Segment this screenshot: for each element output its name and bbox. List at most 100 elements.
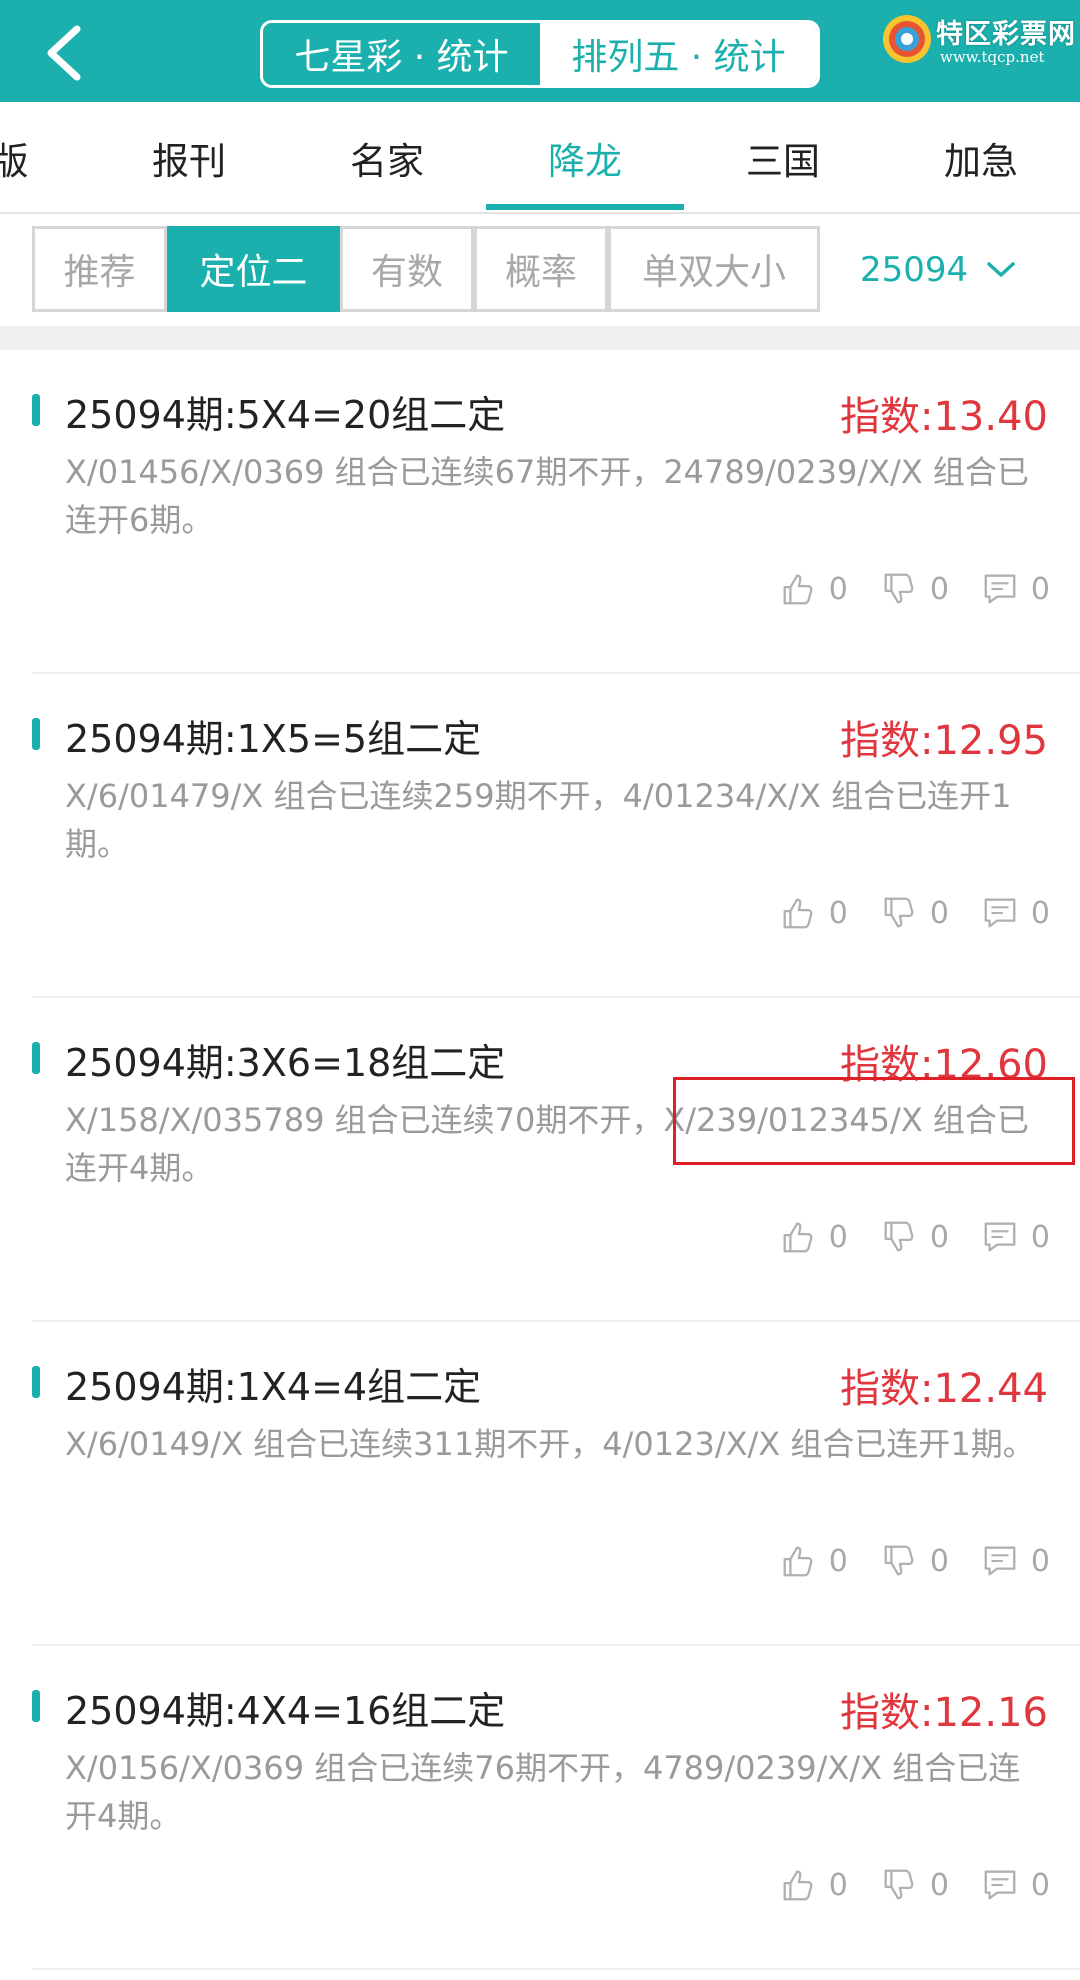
top-app-bar: 七星彩 · 统计 排列五 · 统计 特区彩票网 www.tqcp.net [0, 0, 1080, 102]
item-index: 指数:12.95 [840, 718, 1048, 764]
like-button[interactable]: 0 [779, 1542, 848, 1580]
category-tabs: 版 报刊 名家 降龙 三国 加急 [0, 102, 1080, 214]
swirl-logo-icon [883, 15, 931, 63]
item-title: 25094期:1X4=4组二定 [65, 1365, 482, 1409]
section-gap [0, 326, 1080, 350]
subtab-tuijian[interactable]: 推荐 [32, 226, 167, 312]
comment-count: 0 [1030, 1543, 1050, 1579]
comment-icon [984, 1546, 1016, 1576]
item-accent-bar [32, 394, 40, 426]
thumbs-up-icon [783, 1222, 813, 1253]
chevron-down-icon [987, 262, 1015, 277]
thumbs-up-icon [783, 1546, 813, 1577]
dislike-count: 0 [929, 1867, 949, 1903]
list-item[interactable]: 25094期:4X4=16组二定 指数:12.16 X/0156/X/0369 … [0, 1646, 1080, 1970]
item-actions: 0 0 0 [779, 1542, 1050, 1580]
item-title: 25094期:5X4=20组二定 [65, 393, 506, 437]
tab-mingjia[interactable]: 名家 [288, 102, 486, 214]
item-title: 25094期:4X4=16组二定 [65, 1689, 506, 1733]
item-title: 25094期:1X5=5组二定 [65, 717, 482, 761]
logo-text: 特区彩票网 [936, 19, 1076, 50]
tab-pailiewu-stats[interactable]: 排列五 · 统计 [540, 23, 817, 85]
comment-button[interactable]: 0 [981, 894, 1050, 932]
thumbs-down-icon [884, 1545, 914, 1576]
subtab-dingwei-er[interactable]: 定位二 [167, 226, 340, 312]
dislike-count: 0 [929, 1543, 949, 1579]
thumbs-up-icon [783, 574, 813, 605]
item-description: X/6/0149/X 组合已连续311期不开，4/0123/X/X 组合已连开1… [65, 1425, 1035, 1463]
item-divider [32, 1968, 1080, 1970]
comment-icon [984, 574, 1016, 604]
thumbs-up-icon [783, 898, 813, 929]
item-title: 25094期:3X6=18组二定 [65, 1041, 506, 1085]
item-description: X/01456/X/0369 组合已连续67期不开，24789/0239/X/X… [65, 453, 1029, 539]
item-index: 指数:12.44 [840, 1366, 1048, 1412]
item-accent-bar [32, 1690, 40, 1722]
dislike-count: 0 [929, 895, 949, 931]
item-accent-bar [32, 1042, 40, 1074]
comment-button[interactable]: 0 [981, 1542, 1050, 1580]
comment-count: 0 [1030, 1867, 1050, 1903]
like-button[interactable]: 0 [779, 1218, 848, 1256]
thumbs-up-icon [783, 1870, 813, 1901]
tab-baokan[interactable]: 报刊 [90, 102, 288, 214]
thumbs-down-icon [884, 573, 914, 604]
item-index: 指数:13.40 [840, 394, 1048, 440]
like-count: 0 [828, 571, 848, 607]
comment-count: 0 [1030, 1219, 1050, 1255]
comment-count: 0 [1030, 571, 1050, 607]
logo-url: www.tqcp.net [940, 48, 1045, 66]
tab-ban[interactable]: 版 [0, 102, 50, 214]
item-actions: 0 0 0 [779, 894, 1050, 932]
back-button[interactable] [28, 18, 98, 88]
comment-icon [984, 1870, 1016, 1900]
site-logo: 特区彩票网 www.tqcp.net [880, 8, 1076, 68]
item-actions: 0 0 0 [779, 1866, 1050, 1904]
comment-count: 0 [1030, 895, 1050, 931]
tab-qixingcai-stats[interactable]: 七星彩 · 统计 [263, 23, 540, 85]
item-description: X/0156/X/0369 组合已连续76期不开，4789/0239/X/X 组… [65, 1749, 1021, 1835]
annotation-highlight-box [673, 1077, 1075, 1165]
list-item[interactable]: 25094期:1X4=4组二定 指数:12.44 X/6/0149/X 组合已连… [0, 1322, 1080, 1646]
subtab-danshuang-daxiao[interactable]: 单双大小 [608, 226, 820, 312]
like-button[interactable]: 0 [779, 1866, 848, 1904]
item-description: X/6/01479/X 组合已连续259期不开，4/01234/X/X 组合已连… [65, 777, 1012, 863]
list-item[interactable]: 25094期:1X5=5组二定 指数:12.95 X/6/01479/X 组合已… [0, 674, 1080, 998]
comment-button[interactable]: 0 [981, 570, 1050, 608]
subtab-gailv[interactable]: 概率 [474, 226, 608, 312]
dislike-button[interactable]: 0 [880, 1866, 949, 1904]
chevron-left-icon [47, 25, 81, 81]
tab-xianglong[interactable]: 降龙 [486, 102, 684, 214]
like-count: 0 [828, 1867, 848, 1903]
item-accent-bar [32, 718, 40, 750]
comment-icon [984, 898, 1016, 928]
issue-selector[interactable]: 25094 [860, 244, 1016, 296]
like-count: 0 [828, 1543, 848, 1579]
dislike-button[interactable]: 0 [880, 1542, 949, 1580]
subtab-youshu[interactable]: 有数 [340, 226, 474, 312]
dislike-count: 0 [929, 1219, 949, 1255]
thumbs-down-icon [884, 1221, 914, 1252]
like-button[interactable]: 0 [779, 894, 848, 932]
list-item[interactable]: 25094期:5X4=20组二定 指数:13.40 X/01456/X/0369… [0, 350, 1080, 674]
dislike-button[interactable]: 0 [880, 1218, 949, 1256]
like-count: 0 [828, 1219, 848, 1255]
thumbs-down-icon [884, 897, 914, 928]
item-actions: 0 0 0 [779, 570, 1050, 608]
tab-jiaji[interactable]: 加急 [882, 102, 1080, 214]
thumbs-down-icon [884, 1869, 914, 1900]
comment-icon [984, 1222, 1016, 1252]
issue-number: 25094 [860, 250, 969, 290]
tab-sanguo[interactable]: 三国 [684, 102, 882, 214]
lottery-type-switch: 七星彩 · 统计 排列五 · 统计 [260, 20, 820, 88]
like-button[interactable]: 0 [779, 570, 848, 608]
item-index: 指数:12.16 [840, 1690, 1048, 1736]
sub-tabs: 推荐 定位二 有数 概率 单双大小 25094 [0, 214, 1080, 326]
comment-button[interactable]: 0 [981, 1866, 1050, 1904]
item-actions: 0 0 0 [779, 1218, 1050, 1256]
dislike-button[interactable]: 0 [880, 894, 949, 932]
item-accent-bar [32, 1366, 40, 1398]
dislike-button[interactable]: 0 [880, 570, 949, 608]
comment-button[interactable]: 0 [981, 1218, 1050, 1256]
dislike-count: 0 [929, 571, 949, 607]
